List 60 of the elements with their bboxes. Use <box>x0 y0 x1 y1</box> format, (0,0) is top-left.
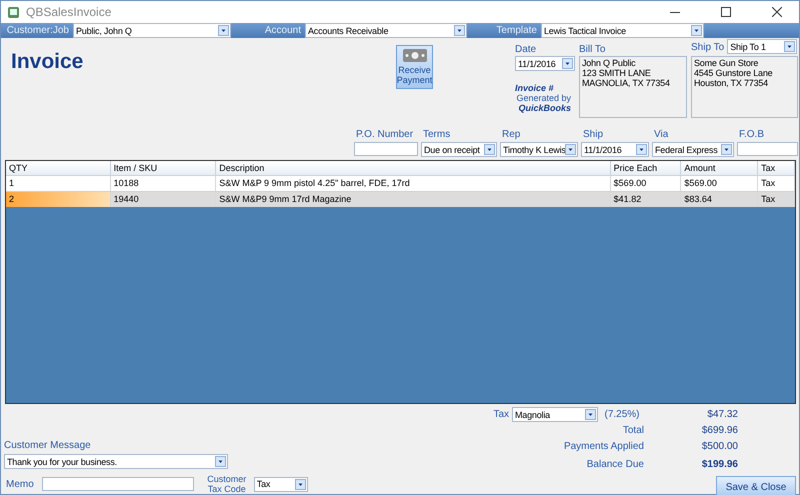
field-label: Customer Tax Code <box>206 474 248 494</box>
memo-field[interactable] <box>42 477 194 491</box>
text-field[interactable] <box>354 142 418 156</box>
total-label: Payments Applied <box>562 441 644 452</box>
field-label: Bill To <box>579 44 606 56</box>
app-icon <box>7 6 20 18</box>
toolbar-dropdown[interactable]: Public, John Q <box>73 23 231 38</box>
field-label: Date <box>515 44 538 56</box>
field-label: Memo <box>6 478 34 490</box>
text-field[interactable] <box>737 142 798 156</box>
field-label: Ship To <box>691 42 724 54</box>
table-cell: Tax <box>758 192 795 207</box>
field-label: Rep <box>501 129 522 142</box>
invoice-number-label: Invoice # <box>515 83 555 93</box>
table-row[interactable]: 1 10188 S&W M&P 9 9mm pistol 4.25" barrel, FDE, 17rd $569.00 $569.00 Tax <box>6 175 795 191</box>
invoice-title: Invoice <box>10 49 84 75</box>
total-value: $699.96 <box>700 425 738 436</box>
field-label: Via <box>653 129 670 142</box>
toolbar-dropdown[interactable]: Lewis Tactical Invoice <box>541 23 704 38</box>
detail-dropdown[interactable]: Due on receipt <box>421 142 497 157</box>
table-cell: 2 <box>6 192 111 207</box>
receive-payment-button[interactable]: Receive Payment <box>396 45 433 89</box>
tax-amount: $47.32 <box>706 409 738 420</box>
window-title: QBSalesInvoice <box>26 5 112 19</box>
detail-dropdown[interactable]: Federal Express <box>652 142 734 157</box>
maximize-icon <box>720 7 730 17</box>
close-icon <box>772 7 782 17</box>
field-label: Account <box>264 25 301 36</box>
customer-message-dropdown[interactable]: Thank you for your business. <box>4 454 228 469</box>
total-label: Total <box>622 425 644 436</box>
table-cell: $83.64 <box>681 192 758 207</box>
table-cell: $41.82 <box>610 192 682 207</box>
bill-to-address[interactable]: John Q Public 123 SMITH LANE MAGNOLIA, TX 77354 <box>579 56 687 118</box>
field-label: Customer:Job <box>6 25 69 36</box>
brand-text: QuickBooks <box>517 103 571 113</box>
total-value: $199.96 <box>700 459 738 470</box>
save-close-button[interactable]: Save & Close <box>716 476 796 495</box>
field-label: P.O. Number <box>355 129 414 142</box>
field-label: Template <box>495 25 537 36</box>
detail-dropdown[interactable]: 11/1/2016 <box>581 142 649 157</box>
cash-icon <box>402 49 426 62</box>
tax-code-dropdown[interactable]: Tax <box>254 476 308 492</box>
total-label: Balance Due <box>586 459 644 470</box>
field-label: Tax <box>492 409 509 420</box>
date-dropdown[interactable]: 11/1/2016 <box>515 56 575 71</box>
detail-dropdown[interactable]: Timothy K Lewis <box>500 142 578 157</box>
ship-to-dropdown[interactable]: Ship To 1 <box>727 39 798 54</box>
field-label: Terms <box>422 129 452 142</box>
field-label: F.O.B <box>738 129 766 142</box>
field-label: Customer Message <box>4 440 92 452</box>
field-label: Ship <box>582 129 604 142</box>
table-cell: 19440 <box>110 192 216 207</box>
tax-rate: (7.25%) <box>603 409 640 420</box>
ship-to-address[interactable]: Some Gun Store 4545 Gunstore Lane Houston, TX 77354 <box>691 56 798 118</box>
table-cell: S&W M&P9 9mm 17rd Magazine <box>216 192 611 207</box>
table-row[interactable]: 2 19440 S&W M&P9 9mm 17rd Magazine $41.82 $83.64 Tax <box>6 191 795 207</box>
toolbar-dropdown[interactable]: Accounts Receivable <box>305 23 467 38</box>
tax-region-dropdown[interactable]: Magnolia <box>512 407 598 422</box>
total-value: $500.00 <box>700 441 738 452</box>
generated-by-text: Generated by <box>515 93 571 103</box>
